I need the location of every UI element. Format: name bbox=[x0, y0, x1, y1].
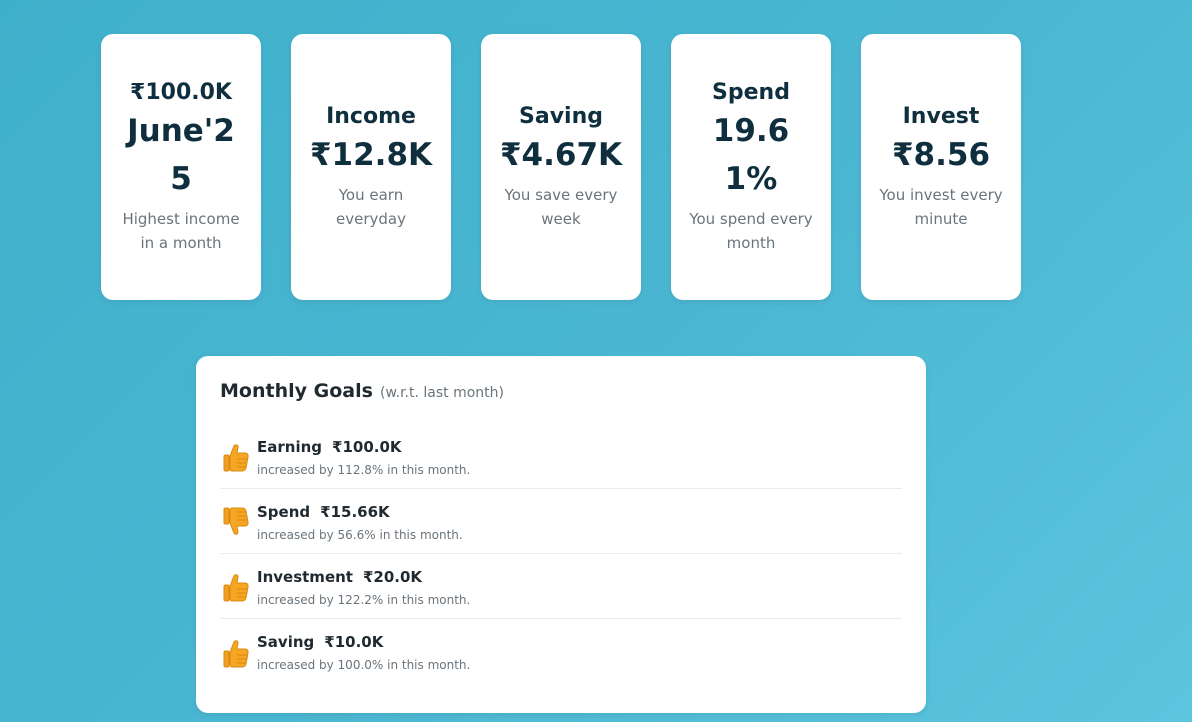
spend-desc: You spend every month bbox=[689, 210, 813, 253]
goal-amount: ₹10.0K bbox=[324, 633, 384, 651]
thumbs-up-icon bbox=[220, 571, 252, 603]
monthly-goals-panel: Monthly Goals (w.r.t. last month) Earnin… bbox=[196, 356, 926, 713]
goal-note: increased by 122.2% in this month. bbox=[257, 592, 471, 607]
goal-row-investment: Investment ₹20.0K increased by 122.2% in … bbox=[220, 554, 902, 619]
invest-desc: You invest every minute bbox=[879, 186, 1003, 229]
monthly-goals-subtitle: (w.r.t. last month) bbox=[380, 385, 504, 401]
goal-heading-spend: Spend ₹15.66K bbox=[257, 503, 463, 521]
highest-income-month: June'25 bbox=[127, 113, 235, 198]
thumbs-down-icon bbox=[220, 506, 252, 538]
thumbs-up-icon bbox=[220, 441, 252, 473]
goal-row-earning: Earning ₹100.0K increased by 112.8% in th… bbox=[220, 424, 902, 489]
goal-row-saving: Saving ₹10.0K increased by 100.0% in this… bbox=[220, 619, 902, 684]
goal-label: Spend bbox=[257, 502, 311, 521]
goal-text-investment: Investment ₹20.0K increased by 122.2% in … bbox=[257, 568, 470, 607]
monthly-goals-header: Monthly Goals (w.r.t. last month) bbox=[220, 380, 902, 402]
invest-value: ₹8.56 bbox=[891, 137, 991, 174]
invest-card: Invest ₹8.56 You invest every minute bbox=[861, 34, 1021, 300]
spend-title: Spend bbox=[712, 79, 790, 105]
thumbs-up-icon bbox=[220, 637, 252, 669]
saving-desc: You save every week bbox=[504, 186, 618, 229]
goal-text-earning: Earning ₹100.0K increased by 112.8% in th… bbox=[257, 438, 470, 477]
goal-amount: ₹100.0K bbox=[332, 437, 402, 456]
spend-card: Spend 19.61% You spend every month bbox=[671, 34, 831, 300]
spend-value: 19.61% bbox=[712, 113, 790, 198]
goal-row-spend: Spend ₹15.66K increased by 56.6% in this … bbox=[220, 489, 902, 554]
goal-label: Investment bbox=[257, 567, 353, 586]
goal-note: increased by 56.6% in this month. bbox=[257, 527, 463, 542]
goal-amount: ₹20.0K bbox=[362, 567, 423, 586]
saving-title: Saving bbox=[519, 103, 603, 129]
saving-card: Saving ₹4.67K You save every week bbox=[481, 34, 641, 300]
highest-income-desc: Highest income in a month bbox=[122, 210, 240, 253]
goal-label: Saving bbox=[257, 633, 315, 651]
monthly-goals-title: Monthly Goals bbox=[220, 380, 373, 402]
income-value: ₹12.8K bbox=[309, 137, 433, 174]
goal-note: increased by 112.8% in this month. bbox=[257, 462, 471, 477]
invest-title: Invest bbox=[902, 103, 980, 129]
goal-amount: ₹15.66K bbox=[320, 502, 390, 521]
goal-text-saving: Saving ₹10.0K increased by 100.0% in this… bbox=[257, 633, 470, 672]
highest-income-amount: ₹100.0K bbox=[130, 79, 232, 105]
saving-value: ₹4.67K bbox=[499, 137, 623, 174]
income-card: Income ₹12.8K You earn everyday bbox=[291, 34, 451, 300]
goal-heading-investment: Investment ₹20.0K bbox=[257, 568, 470, 586]
highest-income-card: ₹100.0K June'25 Highest income in a mont… bbox=[101, 34, 261, 300]
goal-heading-saving: Saving ₹10.0K bbox=[257, 633, 470, 651]
goal-heading-earning: Earning ₹100.0K bbox=[257, 438, 470, 456]
goal-text-spend: Spend ₹15.66K increased by 56.6% in this … bbox=[257, 503, 463, 542]
income-desc: You earn everyday bbox=[336, 186, 406, 229]
goal-label: Earning bbox=[257, 437, 323, 456]
income-title: Income bbox=[326, 103, 416, 129]
goal-note: increased by 100.0% in this month. bbox=[257, 658, 471, 672]
